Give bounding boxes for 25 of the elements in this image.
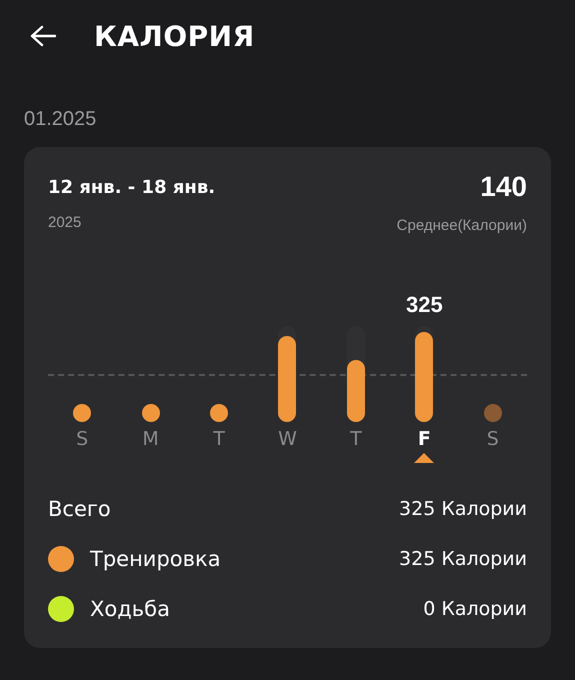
legend-label: Тренировка [90, 547, 221, 571]
selected-indicator-icon [414, 453, 434, 463]
day-label[interactable]: T [350, 428, 362, 450]
day-label[interactable]: S [76, 428, 88, 450]
legend-value: 0 Калории [423, 598, 527, 620]
average-value: 140 [480, 171, 527, 203]
total-label: Всего [48, 497, 111, 521]
day-label[interactable]: F [418, 428, 431, 450]
average-label: Среднее(Калории) [396, 217, 527, 234]
month-label: 01.2025 [24, 108, 98, 131]
day-dot[interactable] [210, 404, 228, 422]
day-dot[interactable] [142, 404, 160, 422]
day-dot[interactable] [73, 404, 92, 422]
day-label[interactable]: M [142, 428, 159, 450]
day-label[interactable]: W [278, 428, 297, 450]
total-value: 325 Калории [399, 498, 527, 520]
legend-value: 325 Калории [399, 548, 527, 570]
date-range: 12 янв. - 18 янв. [48, 177, 216, 198]
day-bar[interactable] [346, 360, 365, 422]
page-title: КАЛОРИЯ [94, 20, 255, 52]
back-arrow-icon [30, 25, 56, 47]
day-label[interactable]: T [213, 428, 225, 450]
year-label: 2025 [48, 214, 82, 231]
legend-label: Ходьба [90, 597, 170, 621]
bar-value: 325 [406, 292, 443, 318]
